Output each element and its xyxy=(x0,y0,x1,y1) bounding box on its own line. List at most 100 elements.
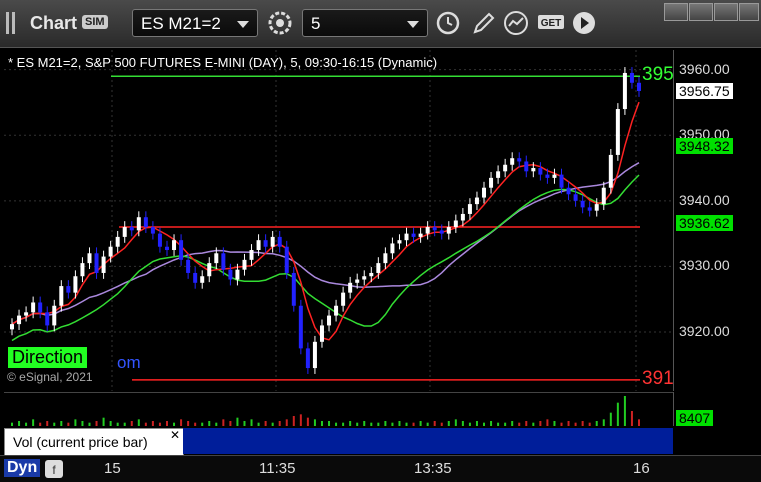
volume-study-label-box[interactable]: Vol (current price bar) ✕ xyxy=(4,428,184,456)
volume-pane[interactable] xyxy=(4,392,673,427)
candle-body xyxy=(573,194,578,201)
candle-body xyxy=(249,250,254,260)
candle-body xyxy=(594,204,599,211)
candle-body xyxy=(425,227,430,234)
candle-body xyxy=(87,253,92,264)
restore-icon[interactable] xyxy=(664,3,688,21)
chevron-down-icon xyxy=(407,21,419,28)
candle-body xyxy=(59,286,64,306)
volume-bar xyxy=(602,419,605,426)
price-pane[interactable]: * ES M21=2, S&P 500 FUTURES E-MINI (DAY)… xyxy=(4,50,674,391)
candle-body xyxy=(622,72,627,110)
candle-body xyxy=(489,177,494,188)
candle-body xyxy=(411,233,416,237)
clock-icon[interactable] xyxy=(434,9,462,37)
toolbar: Chart SIM ES M21=2 5 GET xyxy=(0,0,761,48)
candle-body xyxy=(341,292,346,306)
volume-chart xyxy=(11,396,640,426)
candle-body xyxy=(10,324,14,330)
volume-bar xyxy=(306,417,309,426)
candle-body xyxy=(214,253,219,264)
candle-body xyxy=(200,276,205,283)
candle-body xyxy=(327,315,332,326)
chart-title: * ES M21=2, S&P 500 FUTURES E-MINI (DAY)… xyxy=(8,55,438,70)
study-icon[interactable] xyxy=(502,9,530,37)
purple-average-line xyxy=(11,162,640,325)
candle-body xyxy=(601,187,606,205)
direction-label: Direction xyxy=(8,347,88,368)
green-level-label: 395 xyxy=(642,64,674,86)
price-axis[interactable]: 3960.00 3950.00 3940.00 3930.00 3920.00 3956… xyxy=(673,50,760,391)
volume-axis: 8407 xyxy=(673,392,760,426)
candle-body xyxy=(312,341,317,369)
y-tick-label: 3920.00 xyxy=(679,322,730,339)
close-study-icon[interactable]: ✕ xyxy=(170,428,180,442)
grip-icon[interactable] xyxy=(6,12,18,34)
candle-body xyxy=(186,259,191,273)
last-price-tag: 3956.75 xyxy=(676,82,733,99)
play-icon[interactable] xyxy=(570,9,598,37)
candle-body xyxy=(439,230,444,234)
maximize-icon[interactable] xyxy=(714,3,738,21)
get-icon[interactable]: GET xyxy=(536,9,566,37)
candle-body xyxy=(587,207,592,211)
bottom-bar: Vol (current price bar) ✕ Dyn f 15 11:35… xyxy=(0,426,761,482)
volume-bar xyxy=(630,411,633,426)
candle-body xyxy=(52,305,57,326)
candle-body xyxy=(404,233,409,241)
y-tick-label: 3930.00 xyxy=(679,257,730,274)
ma-price-tag: 3948.32 xyxy=(676,138,733,155)
candle-body xyxy=(38,302,43,313)
dyn-label[interactable]: Dyn xyxy=(4,459,41,477)
x-tick-label: 11:35 xyxy=(259,460,296,477)
volume-bar xyxy=(546,419,549,426)
candle-body xyxy=(467,204,472,214)
volume-bar xyxy=(137,419,140,426)
candle-body xyxy=(242,259,247,270)
gear-icon[interactable] xyxy=(266,9,294,37)
volume-bar xyxy=(250,419,253,426)
candle-body xyxy=(566,187,571,195)
candle-body xyxy=(418,233,423,237)
pencil-icon[interactable] xyxy=(470,9,498,37)
candle-body xyxy=(298,305,303,349)
volume-bar xyxy=(623,396,626,426)
candle-body xyxy=(136,217,141,231)
x-tick-label: 13:35 xyxy=(414,460,452,477)
candle-body xyxy=(369,272,374,277)
level-price-tag: 3936.62 xyxy=(676,214,733,231)
candle-body xyxy=(362,276,367,280)
volume-bar xyxy=(292,416,295,426)
candle-body xyxy=(524,161,529,172)
candle-body xyxy=(376,263,381,273)
candle-body xyxy=(17,315,22,325)
candle-body xyxy=(207,263,212,277)
volume-bar xyxy=(609,412,612,426)
volume-bar xyxy=(32,419,35,426)
volume-bar xyxy=(222,419,225,426)
volume-bar xyxy=(313,419,316,426)
candle-body xyxy=(559,174,564,188)
volume-bar xyxy=(299,414,302,426)
candle-body xyxy=(496,171,501,178)
candle-body xyxy=(319,325,324,342)
minimize-icon[interactable] xyxy=(689,3,713,21)
candle-body xyxy=(305,348,310,369)
candle-body xyxy=(277,236,282,247)
candle-body xyxy=(383,253,388,264)
interval-dropdown[interactable]: 5 xyxy=(302,9,428,37)
candle-body xyxy=(637,82,641,91)
candle-body xyxy=(256,240,261,251)
symbol-dropdown[interactable]: ES M21=2 xyxy=(132,9,258,37)
candle-body xyxy=(334,305,339,316)
candle-body xyxy=(270,236,275,247)
candle-body xyxy=(193,272,198,283)
red-level-label: 391 xyxy=(642,367,674,389)
candle-body xyxy=(24,312,29,316)
chart-window: Chart SIM ES M21=2 5 GET * ES M21=2, S&P… xyxy=(0,0,761,482)
candle-body xyxy=(545,174,550,178)
candle-body xyxy=(94,253,99,273)
layout-icon[interactable]: f xyxy=(44,459,64,479)
close-icon[interactable] xyxy=(739,3,759,21)
candle-body xyxy=(432,227,437,231)
